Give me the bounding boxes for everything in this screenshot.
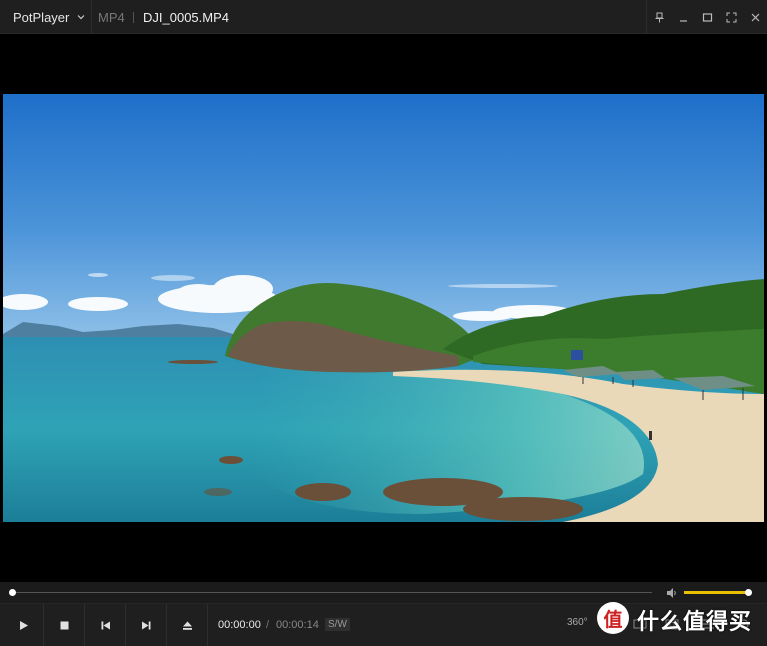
volume-level xyxy=(684,591,748,594)
seek-bar-row xyxy=(0,582,767,603)
seek-bar[interactable] xyxy=(12,592,652,593)
play-icon xyxy=(19,620,28,630)
maximize-button[interactable] xyxy=(695,0,719,34)
next-button[interactable] xyxy=(126,604,167,646)
time-separator: / xyxy=(266,619,270,631)
previous-icon xyxy=(101,621,110,629)
minimize-button[interactable] xyxy=(671,0,695,34)
app-name: PotPlayer xyxy=(13,9,70,25)
chevron-down-icon xyxy=(77,15,85,20)
total-time[interactable]: 00:00:14 xyxy=(276,619,319,631)
file-title: DJI_0005.MP4 xyxy=(143,10,229,25)
stop-button[interactable] xyxy=(44,604,85,646)
video-area[interactable] xyxy=(0,34,767,582)
volume-slider[interactable] xyxy=(684,591,748,594)
stop-icon xyxy=(60,621,68,629)
watermark-text: 什么值得买 xyxy=(637,610,753,635)
fullscreen-button[interactable] xyxy=(719,0,743,34)
pin-icon xyxy=(655,12,663,22)
play-button[interactable] xyxy=(3,604,44,646)
video-scene-image xyxy=(3,94,764,522)
maximize-icon xyxy=(702,12,712,22)
previous-button[interactable] xyxy=(85,604,126,646)
eject-icon xyxy=(182,621,192,630)
eject-button[interactable] xyxy=(167,604,208,646)
title-separator xyxy=(133,12,134,23)
vr-360-button[interactable]: 360° xyxy=(567,617,588,628)
fullscreen-icon xyxy=(726,12,736,22)
close-icon xyxy=(751,13,759,21)
current-time[interactable]: 00:00:00 xyxy=(218,619,261,631)
pin-button[interactable] xyxy=(647,0,671,34)
app-menu-button[interactable]: PotPlayer xyxy=(0,0,92,34)
volume-handle[interactable] xyxy=(745,589,752,596)
window-controls xyxy=(646,0,767,34)
title-bar: PotPlayer MP4 DJI_0005.MP4 xyxy=(0,0,767,34)
volume-icon[interactable] xyxy=(666,587,678,599)
close-button[interactable] xyxy=(743,0,767,34)
format-label: MP4 xyxy=(98,10,125,25)
next-icon xyxy=(141,621,150,629)
decoder-badge[interactable]: S/W xyxy=(325,618,350,631)
minimize-icon xyxy=(679,19,687,22)
watermark-logo: 值 xyxy=(597,602,629,634)
seek-handle[interactable] xyxy=(9,589,16,596)
video-frame[interactable] xyxy=(3,94,764,522)
